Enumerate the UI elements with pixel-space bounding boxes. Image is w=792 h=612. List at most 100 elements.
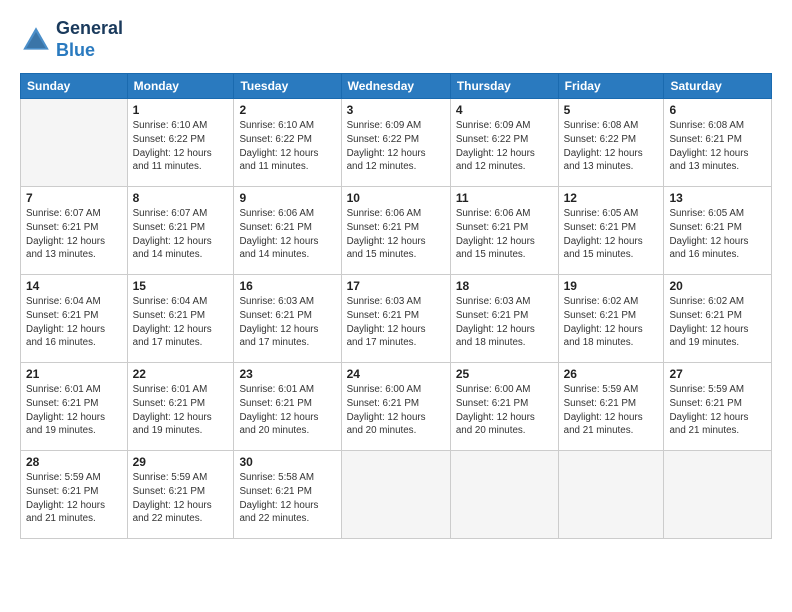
calendar-day: 8 Sunrise: 6:07 AMSunset: 6:21 PMDaylight… [127, 187, 234, 275]
day-number: 17 [347, 279, 445, 293]
calendar-day: 11 Sunrise: 6:06 AMSunset: 6:21 PMDayligh… [450, 187, 558, 275]
day-number: 10 [347, 191, 445, 205]
day-info: Sunrise: 6:06 AMSunset: 6:21 PMDaylight:… [347, 207, 445, 262]
day-info: Sunrise: 6:08 AMSunset: 6:21 PMDaylight:… [669, 119, 766, 174]
day-info: Sunrise: 5:58 AMSunset: 6:21 PMDaylight:… [239, 471, 335, 526]
day-number: 14 [26, 279, 122, 293]
day-number: 11 [456, 191, 553, 205]
day-info: Sunrise: 5:59 AMSunset: 6:21 PMDaylight:… [669, 383, 766, 438]
calendar-week-1: 1Sunrise: 6:10 AMSunset: 6:22 PMDaylight… [21, 99, 772, 187]
col-header-thursday: Thursday [450, 74, 558, 99]
day-number: 21 [26, 367, 122, 381]
calendar-day: 27 Sunrise: 5:59 AMSunset: 6:21 PMDayligh… [664, 363, 772, 451]
day-info: Sunrise: 6:04 AMSunset: 6:21 PMDaylight:… [26, 295, 122, 350]
day-info: Sunrise: 6:09 AMSunset: 6:22 PMDaylight:… [347, 119, 445, 174]
calendar-day: 9 Sunrise: 6:06 AMSunset: 6:21 PMDaylight… [234, 187, 341, 275]
calendar-day: 18 Sunrise: 6:03 AMSunset: 6:21 PMDayligh… [450, 275, 558, 363]
calendar-day [450, 451, 558, 539]
day-info: Sunrise: 6:07 AMSunset: 6:21 PMDaylight:… [26, 207, 122, 262]
page-container: General Blue SundayMondayTuesdayWednesda… [0, 0, 792, 549]
calendar-day: 1Sunrise: 6:10 AMSunset: 6:22 PMDaylight… [127, 99, 234, 187]
day-info: Sunrise: 6:07 AMSunset: 6:21 PMDaylight:… [133, 207, 229, 262]
day-number: 18 [456, 279, 553, 293]
day-number: 8 [133, 191, 229, 205]
day-number: 2 [239, 103, 335, 117]
calendar-day: 17 Sunrise: 6:03 AMSunset: 6:21 PMDayligh… [341, 275, 450, 363]
calendar-day: 15 Sunrise: 6:04 AMSunset: 6:21 PMDayligh… [127, 275, 234, 363]
day-number: 6 [669, 103, 766, 117]
day-info: Sunrise: 6:08 AMSunset: 6:22 PMDaylight:… [564, 119, 659, 174]
logo: General Blue [20, 18, 123, 61]
day-number: 5 [564, 103, 659, 117]
day-info: Sunrise: 6:05 AMSunset: 6:21 PMDaylight:… [669, 207, 766, 262]
logo-text: General Blue [56, 18, 123, 61]
day-info: Sunrise: 6:02 AMSunset: 6:21 PMDaylight:… [564, 295, 659, 350]
day-number: 3 [347, 103, 445, 117]
day-info: Sunrise: 6:04 AMSunset: 6:21 PMDaylight:… [133, 295, 229, 350]
calendar-day: 29Sunrise: 5:59 AMSunset: 6:21 PMDayligh… [127, 451, 234, 539]
logo-icon [20, 24, 52, 56]
calendar-day: 30Sunrise: 5:58 AMSunset: 6:21 PMDayligh… [234, 451, 341, 539]
day-number: 15 [133, 279, 229, 293]
day-info: Sunrise: 6:01 AMSunset: 6:21 PMDaylight:… [133, 383, 229, 438]
day-info: Sunrise: 5:59 AMSunset: 6:21 PMDaylight:… [26, 471, 122, 526]
calendar-day: 5 Sunrise: 6:08 AMSunset: 6:22 PMDaylight… [558, 99, 664, 187]
calendar-day [21, 99, 128, 187]
day-number: 19 [564, 279, 659, 293]
calendar-day [341, 451, 450, 539]
day-info: Sunrise: 6:06 AMSunset: 6:21 PMDaylight:… [239, 207, 335, 262]
calendar-day: 28 Sunrise: 5:59 AMSunset: 6:21 PMDayligh… [21, 451, 128, 539]
day-info: Sunrise: 6:10 AMSunset: 6:22 PMDaylight:… [239, 119, 335, 174]
day-number: 20 [669, 279, 766, 293]
day-info: Sunrise: 6:03 AMSunset: 6:21 PMDaylight:… [456, 295, 553, 350]
calendar-week-2: 7 Sunrise: 6:07 AMSunset: 6:21 PMDaylight… [21, 187, 772, 275]
day-info: Sunrise: 6:09 AMSunset: 6:22 PMDaylight:… [456, 119, 553, 174]
calendar-day: 23 Sunrise: 6:01 AMSunset: 6:21 PMDayligh… [234, 363, 341, 451]
day-info: Sunrise: 6:06 AMSunset: 6:21 PMDaylight:… [456, 207, 553, 262]
calendar-day: 14 Sunrise: 6:04 AMSunset: 6:21 PMDayligh… [21, 275, 128, 363]
day-number: 12 [564, 191, 659, 205]
col-header-sunday: Sunday [21, 74, 128, 99]
day-number: 13 [669, 191, 766, 205]
day-number: 7 [26, 191, 122, 205]
day-number: 26 [564, 367, 659, 381]
calendar-day: 12 Sunrise: 6:05 AMSunset: 6:21 PMDayligh… [558, 187, 664, 275]
day-info: Sunrise: 6:10 AMSunset: 6:22 PMDaylight:… [133, 119, 229, 174]
calendar-table: SundayMondayTuesdayWednesdayThursdayFrid… [20, 73, 772, 539]
calendar-week-3: 14 Sunrise: 6:04 AMSunset: 6:21 PMDayligh… [21, 275, 772, 363]
col-header-tuesday: Tuesday [234, 74, 341, 99]
calendar-day: 10 Sunrise: 6:06 AMSunset: 6:21 PMDayligh… [341, 187, 450, 275]
calendar-day: 24Sunrise: 6:00 AMSunset: 6:21 PMDayligh… [341, 363, 450, 451]
calendar-day: 25Sunrise: 6:00 AMSunset: 6:21 PMDayligh… [450, 363, 558, 451]
calendar-week-4: 21 Sunrise: 6:01 AMSunset: 6:21 PMDayligh… [21, 363, 772, 451]
day-info: Sunrise: 6:01 AMSunset: 6:21 PMDaylight:… [26, 383, 122, 438]
calendar-day [664, 451, 772, 539]
calendar-day: 6 Sunrise: 6:08 AMSunset: 6:21 PMDaylight… [664, 99, 772, 187]
day-number: 22 [133, 367, 229, 381]
calendar-day: 22 Sunrise: 6:01 AMSunset: 6:21 PMDayligh… [127, 363, 234, 451]
day-number: 16 [239, 279, 335, 293]
calendar-day: 21 Sunrise: 6:01 AMSunset: 6:21 PMDayligh… [21, 363, 128, 451]
day-info: Sunrise: 5:59 AMSunset: 6:21 PMDaylight:… [133, 471, 229, 526]
day-number: 9 [239, 191, 335, 205]
day-number: 4 [456, 103, 553, 117]
calendar-day: 19 Sunrise: 6:02 AMSunset: 6:21 PMDayligh… [558, 275, 664, 363]
col-header-friday: Friday [558, 74, 664, 99]
calendar-day: 16Sunrise: 6:03 AMSunset: 6:21 PMDayligh… [234, 275, 341, 363]
day-info: Sunrise: 6:01 AMSunset: 6:21 PMDaylight:… [239, 383, 335, 438]
calendar-week-5: 28 Sunrise: 5:59 AMSunset: 6:21 PMDayligh… [21, 451, 772, 539]
day-number: 23 [239, 367, 335, 381]
day-info: Sunrise: 6:05 AMSunset: 6:21 PMDaylight:… [564, 207, 659, 262]
day-info: Sunrise: 6:03 AMSunset: 6:21 PMDaylight:… [347, 295, 445, 350]
calendar-day: 3 Sunrise: 6:09 AMSunset: 6:22 PMDaylight… [341, 99, 450, 187]
day-number: 28 [26, 455, 122, 469]
col-header-wednesday: Wednesday [341, 74, 450, 99]
calendar-day: 20 Sunrise: 6:02 AMSunset: 6:21 PMDayligh… [664, 275, 772, 363]
calendar-day: 4 Sunrise: 6:09 AMSunset: 6:22 PMDaylight… [450, 99, 558, 187]
day-info: Sunrise: 6:02 AMSunset: 6:21 PMDaylight:… [669, 295, 766, 350]
calendar-day: 13 Sunrise: 6:05 AMSunset: 6:21 PMDayligh… [664, 187, 772, 275]
page-header: General Blue [20, 18, 772, 61]
calendar-day: 26 Sunrise: 5:59 AMSunset: 6:21 PMDayligh… [558, 363, 664, 451]
day-info: Sunrise: 5:59 AMSunset: 6:21 PMDaylight:… [564, 383, 659, 438]
day-number: 27 [669, 367, 766, 381]
